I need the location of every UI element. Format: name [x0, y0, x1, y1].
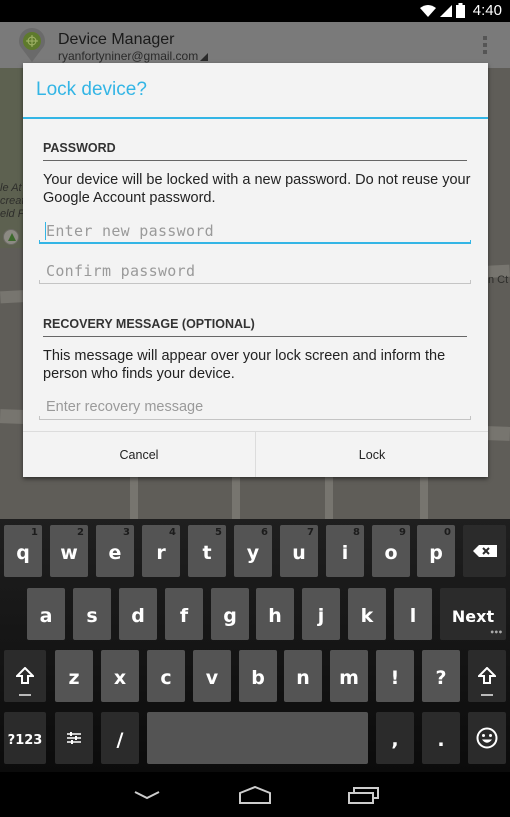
device-manager-logo-icon [19, 28, 45, 62]
title-divider [23, 117, 488, 119]
space-bar[interactable] [147, 712, 368, 764]
recovery-description: This message will appear over your lock … [43, 348, 446, 382]
recovery-section-header: RECOVERY MESSAGE (OPTIONAL) [43, 317, 255, 331]
more-options-icon: ••• [489, 628, 503, 637]
emoji-icon [476, 727, 498, 749]
section-divider [43, 336, 467, 337]
key-comma[interactable]: , [376, 712, 414, 764]
key-exclamation[interactable]: ! [376, 650, 414, 702]
lock-device-dialog: Lock device? PASSWORD Your device will b… [23, 63, 488, 477]
key-d[interactable]: d [119, 588, 157, 640]
next-key[interactable]: Next ••• [440, 588, 506, 640]
emoji-key[interactable] [468, 712, 506, 764]
cancel-button[interactable]: Cancel [23, 432, 255, 477]
recents-button[interactable] [334, 780, 394, 810]
text-cursor [45, 222, 46, 240]
section-divider [43, 160, 467, 161]
shift-icon [16, 667, 34, 684]
status-bar: 4:40 [0, 0, 510, 22]
lock-button[interactable]: Lock [256, 432, 488, 477]
key-g[interactable]: g [211, 588, 249, 640]
key-slash[interactable]: / [101, 712, 139, 764]
battery-icon [455, 3, 465, 18]
key-j[interactable]: j [302, 588, 340, 640]
new-password-field[interactable] [39, 218, 471, 244]
home-icon [239, 786, 271, 804]
symbols-key[interactable]: ?123 [4, 712, 46, 764]
account-selector[interactable]: ryanfortyniner@gmail.com [58, 49, 209, 63]
key-l[interactable]: l [394, 588, 432, 640]
backspace-key[interactable] [463, 525, 506, 577]
backspace-icon [472, 545, 497, 557]
status-icons: 4:40 [419, 2, 502, 19]
key-x[interactable]: x [101, 650, 139, 702]
map-label-street: n Ct [488, 274, 509, 286]
signal-icon [439, 4, 452, 17]
dialog-title: Lock device? [36, 79, 147, 100]
key-s[interactable]: s [73, 588, 111, 640]
recovery-message-input[interactable] [39, 394, 471, 420]
app-title: Device Manager [58, 31, 175, 48]
key-v[interactable]: v [193, 650, 231, 702]
key-z[interactable]: z [55, 650, 93, 702]
key-period[interactable]: . [422, 712, 460, 764]
key-y[interactable]: 6y [234, 525, 272, 577]
park-marker-icon[interactable] [3, 229, 19, 245]
settings-key[interactable] [55, 712, 93, 764]
key-f[interactable]: f [165, 588, 203, 640]
key-w[interactable]: 2w [50, 525, 88, 577]
navigation-bar [0, 772, 510, 817]
confirm-password-input[interactable] [39, 258, 471, 284]
recovery-message-field[interactable] [39, 394, 471, 420]
key-r[interactable]: 4r [142, 525, 180, 577]
shift-key-left[interactable] [4, 650, 46, 702]
dialog-button-bar: Cancel Lock [23, 431, 488, 477]
key-e[interactable]: 3e [96, 525, 134, 577]
key-u[interactable]: 7u [280, 525, 318, 577]
key-h[interactable]: h [256, 588, 294, 640]
home-button[interactable] [225, 780, 285, 810]
settings-sliders-icon [67, 732, 81, 744]
back-button[interactable] [117, 780, 177, 810]
key-question[interactable]: ? [422, 650, 460, 702]
status-time: 4:40 [472, 2, 502, 19]
new-password-input[interactable] [39, 218, 471, 244]
password-description: Your device will be locked with a new pa… [43, 172, 471, 206]
key-i[interactable]: 8i [326, 525, 364, 577]
key-p[interactable]: 0p [417, 525, 455, 577]
confirm-password-field[interactable] [39, 258, 471, 284]
shift-key-right[interactable] [468, 650, 506, 702]
key-k[interactable]: k [348, 588, 386, 640]
key-n[interactable]: n [284, 650, 322, 702]
wifi-icon [419, 4, 436, 17]
account-email: ryanfortyniner@gmail.com [58, 49, 199, 63]
key-m[interactable]: m [330, 650, 368, 702]
overflow-menu-icon[interactable] [483, 36, 488, 54]
key-q[interactable]: 1q [4, 525, 42, 577]
key-t[interactable]: 5t [188, 525, 226, 577]
action-bar: Device Manager ryanfortyniner@gmail.com [0, 22, 510, 68]
key-o[interactable]: 9o [372, 525, 410, 577]
soft-keyboard: 1q 2w 3e 4r 5t 6y 7u 8i 9o 0p a s d f g … [0, 519, 510, 772]
dropdown-caret-icon [200, 53, 209, 61]
password-section-header: PASSWORD [43, 141, 116, 155]
key-a[interactable]: a [27, 588, 65, 640]
shift-icon [478, 667, 496, 684]
key-b[interactable]: b [239, 650, 277, 702]
key-c[interactable]: c [147, 650, 185, 702]
back-icon [134, 791, 160, 800]
recents-icon [348, 787, 379, 804]
